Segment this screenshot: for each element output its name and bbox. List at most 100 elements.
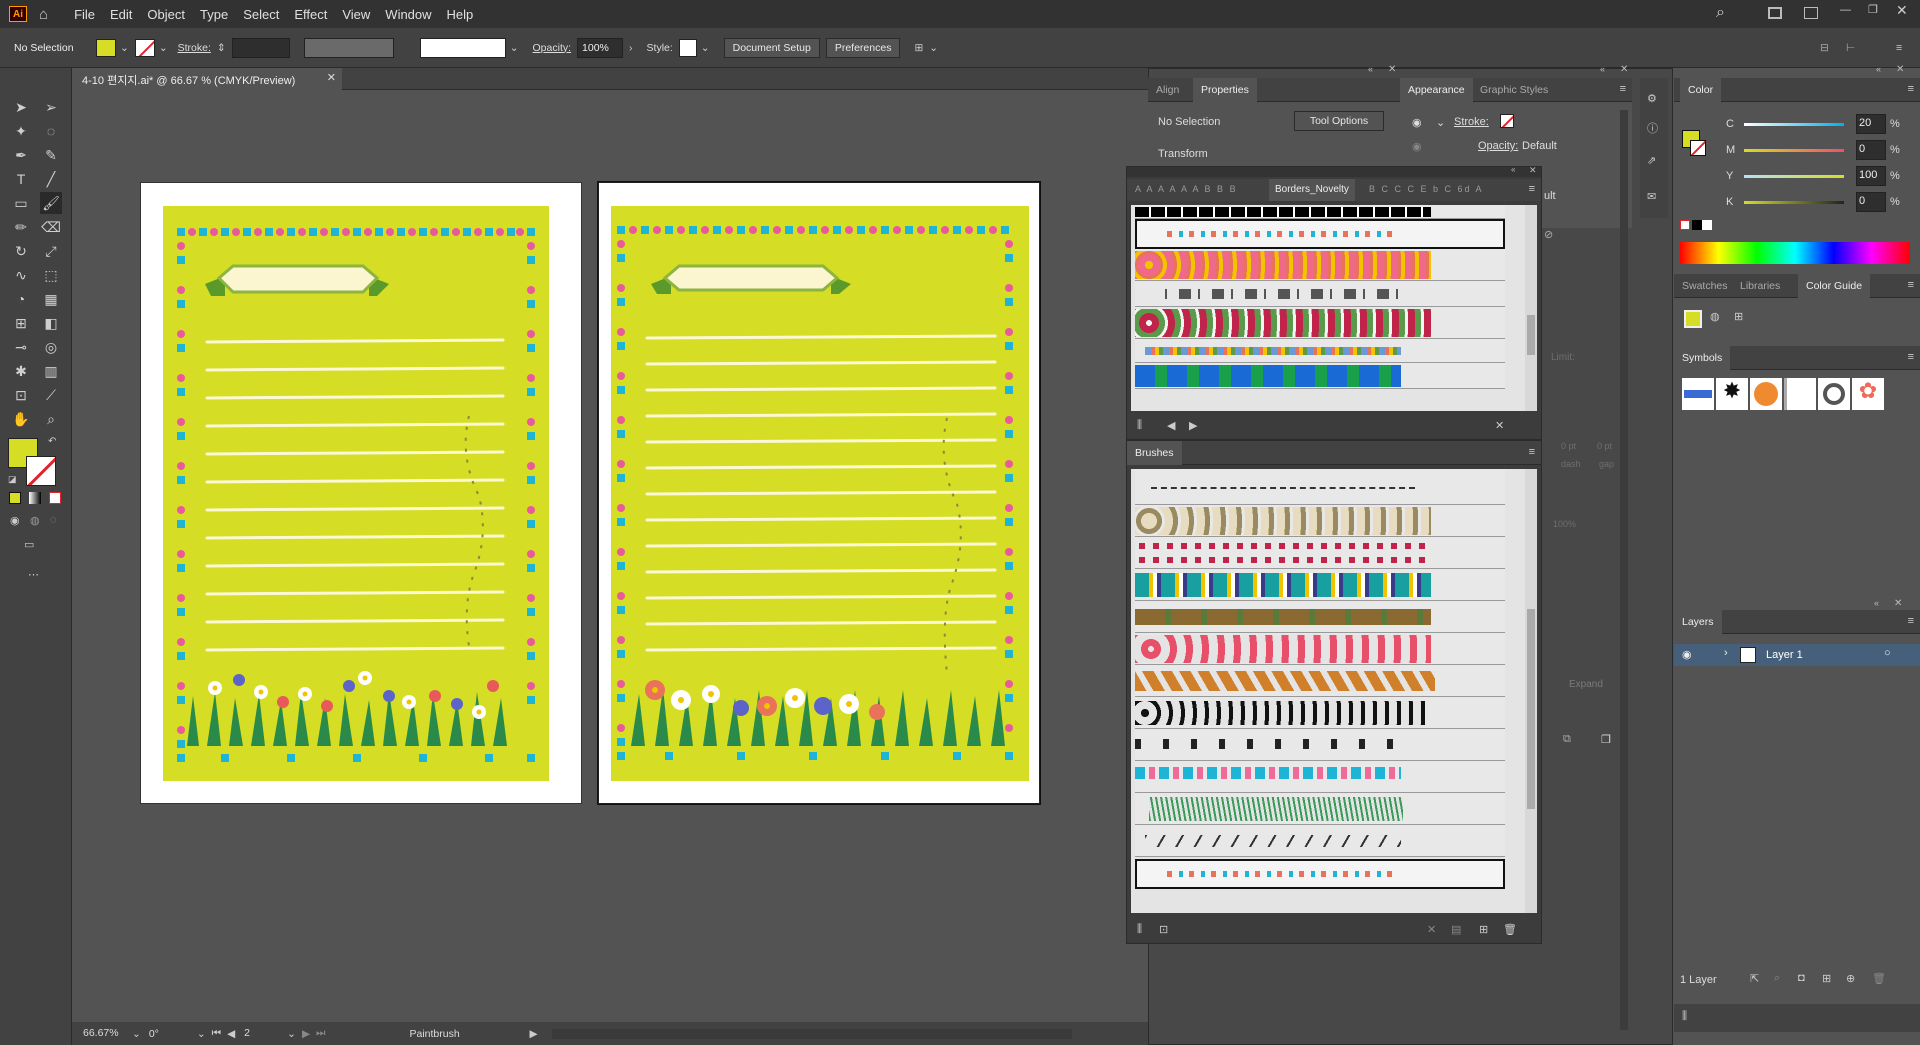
- layer-row[interactable]: ◉ › Layer 1 ○: [1674, 644, 1920, 666]
- layer-name[interactable]: Layer 1: [1766, 649, 1803, 661]
- symbol-orange-circle[interactable]: [1750, 378, 1782, 410]
- brush-row-dots-selected[interactable]: [1135, 859, 1505, 889]
- brush-libraries-menu-icon[interactable]: ⫼: [1137, 923, 1142, 936]
- delete-brush-icon[interactable]: 🗑: [1503, 923, 1517, 936]
- comments-icon[interactable]: ✉: [1647, 190, 1656, 203]
- line-tool-icon[interactable]: ╱: [40, 168, 62, 190]
- menu-help[interactable]: Help: [447, 7, 474, 22]
- export-layer-icon[interactable]: ⇱: [1750, 972, 1759, 985]
- default-colors-icon[interactable]: ◪: [8, 474, 17, 485]
- black-swatch[interactable]: [1692, 220, 1702, 230]
- artboard-tool-icon[interactable]: ⊡: [10, 384, 32, 406]
- brush-row-paws[interactable]: [1135, 697, 1505, 729]
- chevron-down-icon[interactable]: ⌄: [701, 42, 710, 54]
- chevron-down-icon[interactable]: ⌄: [159, 42, 168, 54]
- free-transform-tool-icon[interactable]: ⬚: [40, 264, 62, 286]
- draw-inside-icon[interactable]: ◌: [50, 514, 57, 526]
- brush-row-pink-cyan[interactable]: [1135, 761, 1505, 793]
- eye-icon[interactable]: ◉: [1412, 116, 1422, 129]
- arrange-icon[interactable]: ⊞: [914, 42, 923, 54]
- color-mode-icon[interactable]: [9, 492, 21, 504]
- column-graph-tool-icon[interactable]: ▥: [40, 360, 62, 382]
- document-setup-button[interactable]: Document Setup: [723, 37, 820, 58]
- type-tool-icon[interactable]: T: [10, 168, 32, 190]
- brushes-scrollbar[interactable]: [1525, 469, 1537, 913]
- create-layer-icon[interactable]: ⊕: [1846, 972, 1855, 985]
- brush-row-circles[interactable]: [1135, 505, 1505, 537]
- warp-tool-icon[interactable]: ∿: [10, 264, 32, 286]
- symbol-ring[interactable]: [1818, 378, 1850, 410]
- home-icon[interactable]: ⌂: [39, 6, 48, 23]
- variable-width-profile[interactable]: [303, 37, 394, 58]
- close-panel-icon[interactable]: ✕: [1894, 598, 1902, 609]
- search-icon[interactable]: ⌕: [1716, 4, 1725, 22]
- menu-effect[interactable]: Effect: [294, 7, 327, 22]
- last-artboard-icon[interactable]: ⏭: [316, 1027, 325, 1040]
- chevron-down-icon[interactable]: ⌄: [1436, 116, 1445, 129]
- borders-scrollbar[interactable]: [1525, 205, 1537, 411]
- border-swatch-multicolor[interactable]: [1135, 339, 1505, 363]
- library-tabs-right[interactable]: B C C C E b C 6d A: [1369, 184, 1484, 194]
- m-slider[interactable]: [1744, 149, 1844, 152]
- brush-row-grass[interactable]: [1135, 793, 1505, 825]
- rotate-view-field[interactable]: 0°: [149, 1028, 197, 1040]
- next-artboard-icon[interactable]: ▶: [302, 1028, 310, 1040]
- color-stroke-box[interactable]: [1690, 140, 1706, 156]
- rectangle-tool-icon[interactable]: ▭: [10, 192, 32, 214]
- chevron-right-icon[interactable]: ›: [629, 42, 633, 54]
- pencil-tool-icon[interactable]: ✏: [10, 216, 32, 238]
- preferences-button[interactable]: Preferences: [825, 37, 901, 58]
- k-slider[interactable]: [1744, 201, 1844, 204]
- first-artboard-icon[interactable]: ⏮: [212, 1027, 221, 1040]
- hand-tool-icon[interactable]: ✋: [10, 408, 32, 430]
- chevron-right-icon[interactable]: ›: [1724, 647, 1728, 659]
- locate-object-icon[interactable]: ⌕: [1774, 972, 1780, 985]
- brush-row-brown[interactable]: [1135, 601, 1505, 633]
- stroke-weight-input[interactable]: [231, 37, 290, 58]
- scale-tool-icon[interactable]: ⤢: [40, 240, 62, 262]
- duplicate-icon[interactable]: ⧉: [1563, 733, 1571, 746]
- tab-brushes[interactable]: Brushes: [1127, 441, 1182, 465]
- gradient-tool-icon[interactable]: ◧: [40, 312, 62, 334]
- menu-edit[interactable]: Edit: [110, 7, 132, 22]
- collapse-icon[interactable]: «: [1874, 598, 1879, 608]
- artboard-1[interactable]: [140, 182, 582, 804]
- border-swatch-flowers-pink[interactable]: [1135, 249, 1505, 281]
- horizontal-scrollbar[interactable]: [551, 1028, 1072, 1039]
- lasso-tool-icon[interactable]: ◌: [40, 120, 62, 142]
- rotate-tool-icon[interactable]: ↻: [10, 240, 32, 262]
- stroke-color-box[interactable]: [26, 456, 56, 486]
- close-icon[interactable]: ✕: [1896, 2, 1908, 19]
- symbol-sprayer-tool-icon[interactable]: ✱: [10, 360, 32, 382]
- distribute-icon[interactable]: ⊢: [1846, 42, 1855, 54]
- brush-definition[interactable]: [419, 37, 506, 58]
- close-panel-icon[interactable]: ✕: [1896, 64, 1904, 75]
- zoom-tool-icon[interactable]: ⌕: [40, 408, 62, 430]
- tab-graphic-styles[interactable]: Graphic Styles: [1472, 78, 1556, 102]
- y-value-input[interactable]: 100: [1856, 166, 1886, 186]
- style-swatch[interactable]: [678, 38, 697, 57]
- arrange-documents-icon[interactable]: [1768, 7, 1782, 19]
- panel-strip-scrollbar[interactable]: [1620, 110, 1628, 1030]
- brush-row-red-flowers[interactable]: [1135, 633, 1505, 665]
- artboard-2[interactable]: [597, 181, 1041, 805]
- shape-builder-tool-icon[interactable]: ◔: [10, 288, 32, 310]
- slice-tool-icon[interactable]: ⟋: [40, 384, 62, 406]
- eyedropper-tool-icon[interactable]: ⊸: [10, 336, 32, 358]
- chevron-down-icon[interactable]: ⌄: [510, 42, 519, 54]
- tab-align[interactable]: Align: [1148, 78, 1187, 102]
- create-sublayer-icon[interactable]: ⊞: [1822, 972, 1831, 985]
- library-close-icon[interactable]: ✕: [1495, 419, 1504, 432]
- eye-icon[interactable]: ◉: [1682, 648, 1692, 661]
- restore-icon[interactable]: ❐: [1868, 3, 1878, 16]
- canvas[interactable]: [72, 90, 1148, 1022]
- menu-object[interactable]: Object: [147, 7, 185, 22]
- c-slider[interactable]: [1744, 123, 1844, 126]
- tab-borders-novelty[interactable]: Borders_Novelty: [1269, 179, 1355, 201]
- panel-menu-icon[interactable]: ≡: [1896, 42, 1902, 54]
- curvature-tool-icon[interactable]: ✎: [40, 144, 62, 166]
- border-swatch-waves[interactable]: [1135, 363, 1505, 389]
- selection-tool-icon[interactable]: ➤: [10, 96, 32, 118]
- symbol-ink-splat[interactable]: ✸: [1716, 378, 1748, 410]
- chevron-right-icon[interactable]: ▶: [530, 1028, 538, 1040]
